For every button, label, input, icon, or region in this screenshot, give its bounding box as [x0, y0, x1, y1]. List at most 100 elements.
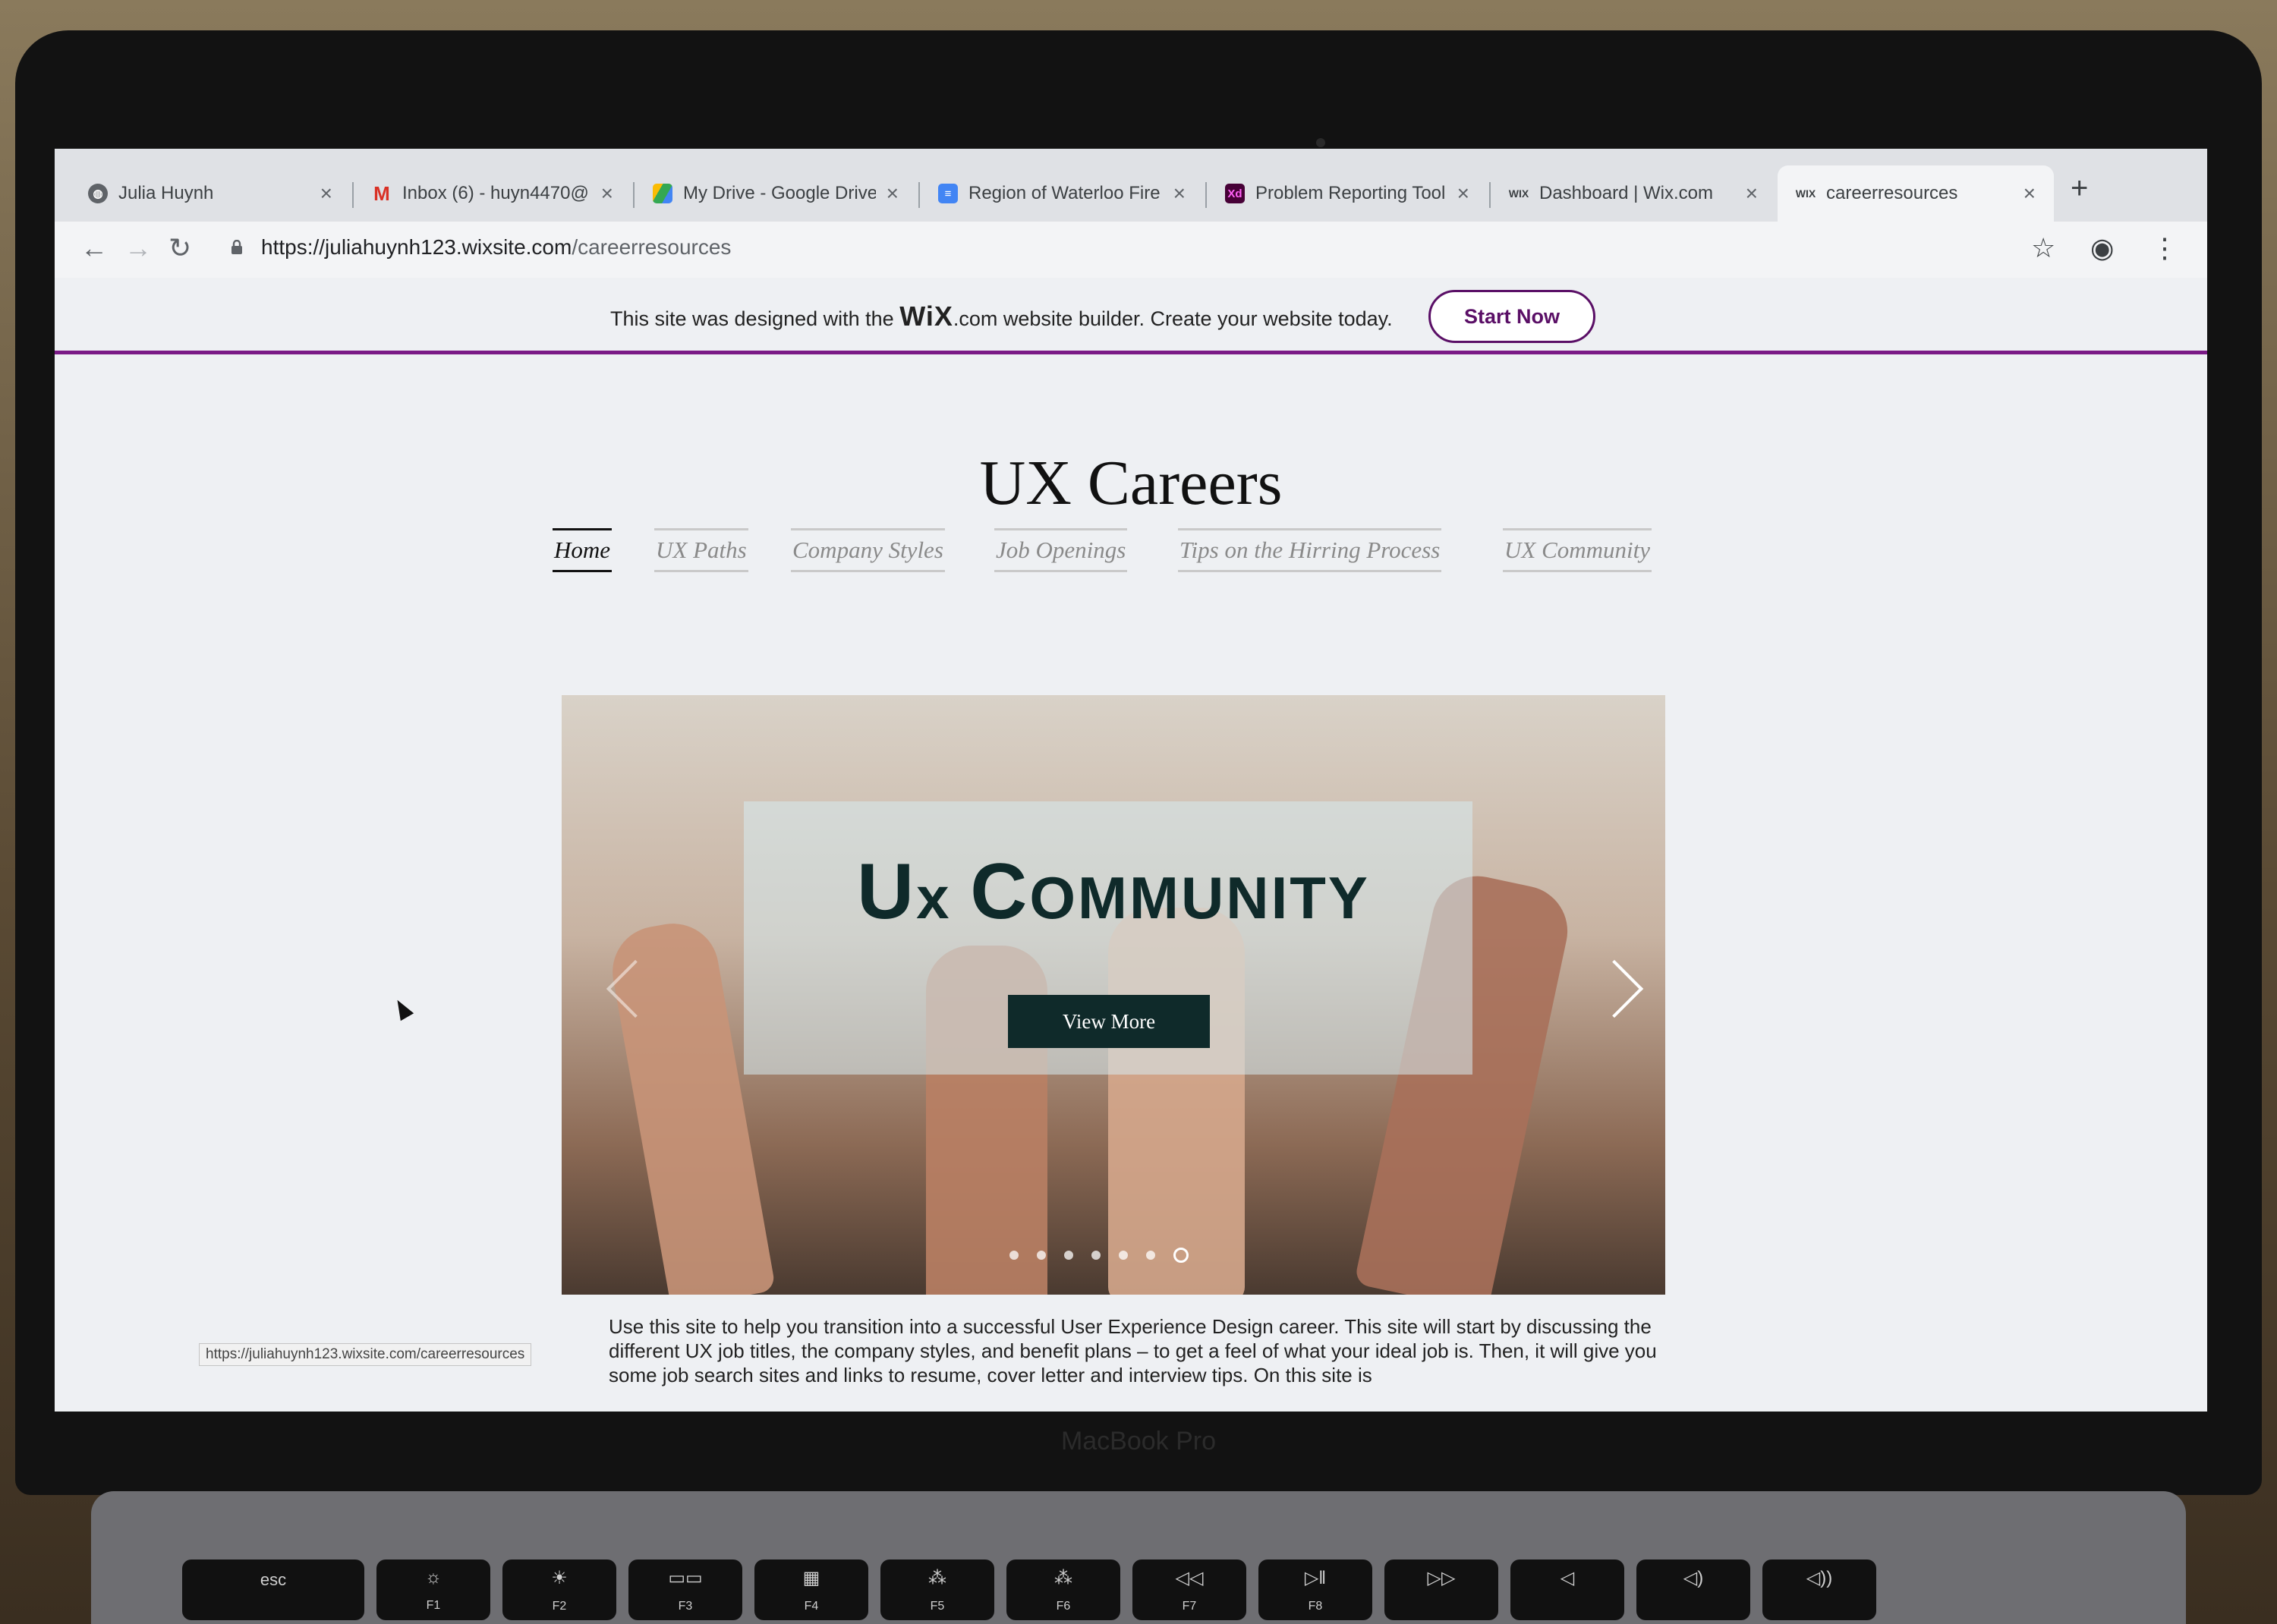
tab-title: careerresources: [1826, 183, 1958, 203]
new-tab-button[interactable]: +: [2071, 172, 2088, 206]
key-label: F1: [426, 1599, 441, 1612]
slide-dot[interactable]: [1091, 1251, 1101, 1260]
profile-icon[interactable]: ◉: [2090, 232, 2114, 264]
keyboard-light-up-icon: ⁂: [1054, 1568, 1072, 1588]
nav-company-styles[interactable]: Company Styles: [791, 528, 945, 572]
key-label: F4: [804, 1600, 819, 1613]
tab-title: Inbox (6) - huyn4470@: [402, 183, 589, 203]
slide-dot[interactable]: [1064, 1251, 1073, 1260]
hero-heading-part: OMMUNITY: [1029, 864, 1370, 931]
close-icon[interactable]: ×: [1457, 181, 1469, 206]
link-status-bar: https://juliahuynh123.wixsite.com/career…: [199, 1343, 532, 1366]
site-title: UX Careers: [979, 448, 1283, 518]
close-icon[interactable]: ×: [320, 181, 332, 206]
back-icon[interactable]: ←: [80, 232, 108, 264]
close-icon[interactable]: ×: [2023, 181, 2036, 206]
tab-title: My Drive - Google Drive: [683, 183, 876, 203]
browser-toolbar: ← → ↻ https://juliahuynh123.wixsite.com/…: [55, 222, 2207, 278]
tab-julia-huynh[interactable]: ◍ Julia Huynh ×: [70, 165, 351, 222]
wix-logo: WiX: [899, 301, 953, 332]
key-f11: ◁): [1636, 1559, 1750, 1620]
tab-title: Region of Waterloo Fire: [968, 183, 1161, 203]
intro-paragraph: Use this site to help you transition int…: [609, 1315, 1657, 1386]
nav-ux-paths[interactable]: UX Paths: [654, 528, 748, 572]
brightness-down-icon: ☼: [425, 1567, 442, 1588]
volume-down-icon: ◁): [1683, 1568, 1704, 1588]
key-f9: ▷▷: [1384, 1559, 1498, 1620]
key-f2: ☀ F2: [502, 1559, 616, 1620]
tab-title: Problem Reporting Tool: [1255, 183, 1446, 203]
mouse-cursor-icon: [390, 996, 414, 1021]
view-more-button[interactable]: View More: [1008, 995, 1210, 1048]
slide-indicators: [1009, 1248, 1189, 1263]
forward-icon[interactable]: →: [124, 232, 152, 264]
adobe-xd-icon: Xd: [1225, 184, 1245, 203]
slide-dot[interactable]: [1146, 1251, 1155, 1260]
close-icon[interactable]: ×: [1746, 181, 1758, 206]
key-f4: ▦ F4: [754, 1559, 868, 1620]
key-label: F2: [552, 1600, 567, 1613]
google-drive-icon: [653, 184, 672, 203]
menu-kebab-icon[interactable]: ⋮: [2151, 232, 2178, 264]
wix-banner-message: This site was designed with the WiX.com …: [610, 301, 1393, 332]
mute-icon: ◁: [1560, 1568, 1575, 1588]
nav-tips-hiring[interactable]: Tips on the Hirring Process: [1178, 528, 1442, 572]
key-f6: ⁂ F6: [1006, 1559, 1120, 1620]
key-label: F6: [1056, 1600, 1071, 1613]
hero-heading-part: x: [916, 864, 971, 931]
keyboard-light-down-icon: ⁂: [928, 1568, 946, 1588]
tab-region-of-waterloo[interactable]: ≡ Region of Waterloo Fire ×: [920, 165, 1204, 222]
wix-icon: WIX: [1795, 187, 1816, 200]
tab-careerresources[interactable]: WIX careerresources ×: [1778, 165, 2054, 222]
nav-job-openings[interactable]: Job Openings: [994, 528, 1128, 572]
brightness-up-icon: ☀: [551, 1568, 568, 1588]
browser-window: ◍ Julia Huynh × M Inbox (6) - huyn4470@ …: [55, 149, 2207, 1412]
tab-problem-reporting[interactable]: Xd Problem Reporting Tool ×: [1207, 165, 1488, 222]
mission-control-icon: ▭▭: [668, 1568, 703, 1588]
banner-text-b: .com website builder. Create your websit…: [953, 307, 1393, 330]
reload-icon[interactable]: ↻: [168, 232, 191, 264]
tab-wix-dashboard[interactable]: WIX Dashboard | Wix.com ×: [1491, 165, 1776, 222]
tab-inbox[interactable]: M Inbox (6) - huyn4470@ ×: [354, 165, 631, 222]
key-label: F8: [1308, 1600, 1323, 1613]
address-bar[interactable]: https://juliahuynh123.wixsite.com/career…: [261, 235, 731, 260]
url-host: https://juliahuynh123.wixsite.com: [261, 235, 572, 259]
lock-icon: [231, 240, 242, 254]
key-f3: ▭▭ F3: [628, 1559, 742, 1620]
banner-text-a: This site was designed with the: [610, 307, 900, 330]
wix-icon: WIX: [1508, 187, 1529, 200]
close-icon[interactable]: ×: [601, 181, 613, 206]
nav-ux-community[interactable]: UX Community: [1503, 528, 1652, 572]
tab-title: Dashboard | Wix.com: [1539, 183, 1713, 203]
hero-heading: Ux COMMUNITY: [562, 847, 1665, 937]
slide-dot[interactable]: [1009, 1251, 1019, 1260]
slide-dot[interactable]: [1119, 1251, 1128, 1260]
hero-heading-part: U: [857, 848, 917, 936]
tab-strip: ◍ Julia Huynh × M Inbox (6) - huyn4470@ …: [55, 149, 2207, 222]
start-now-button[interactable]: Start Now: [1428, 290, 1595, 343]
tab-title: Julia Huynh: [118, 183, 214, 203]
key-f5: ⁂ F5: [880, 1559, 994, 1620]
slide-next-arrow-icon[interactable]: [1585, 959, 1644, 1018]
key-f7: ◁◁ F7: [1132, 1559, 1246, 1620]
key-f10: ◁: [1510, 1559, 1624, 1620]
url-path: /careerresources: [572, 235, 732, 259]
tab-my-drive[interactable]: My Drive - Google Drive ×: [635, 165, 917, 222]
google-docs-icon: ≡: [938, 184, 958, 203]
close-icon[interactable]: ×: [1173, 181, 1186, 206]
key-f12: ◁)): [1762, 1559, 1876, 1620]
bookmark-star-icon[interactable]: ☆: [2031, 232, 2055, 264]
slide-dot-current[interactable]: [1173, 1248, 1189, 1263]
key-label: F5: [930, 1600, 945, 1613]
wix-banner: This site was designed with the WiX.com …: [55, 278, 2207, 354]
close-icon[interactable]: ×: [887, 181, 899, 206]
volume-up-icon: ◁)): [1806, 1568, 1833, 1588]
launchpad-icon: ▦: [802, 1568, 820, 1588]
hero-slideshow: Ux COMMUNITY View More: [562, 695, 1665, 1295]
gmail-icon: M: [373, 181, 390, 205]
key-label: F7: [1182, 1600, 1197, 1613]
slide-dot[interactable]: [1037, 1251, 1046, 1260]
key-f1: ☼ F1: [376, 1559, 490, 1620]
key-label: F3: [678, 1600, 693, 1613]
nav-home[interactable]: Home: [553, 528, 613, 572]
